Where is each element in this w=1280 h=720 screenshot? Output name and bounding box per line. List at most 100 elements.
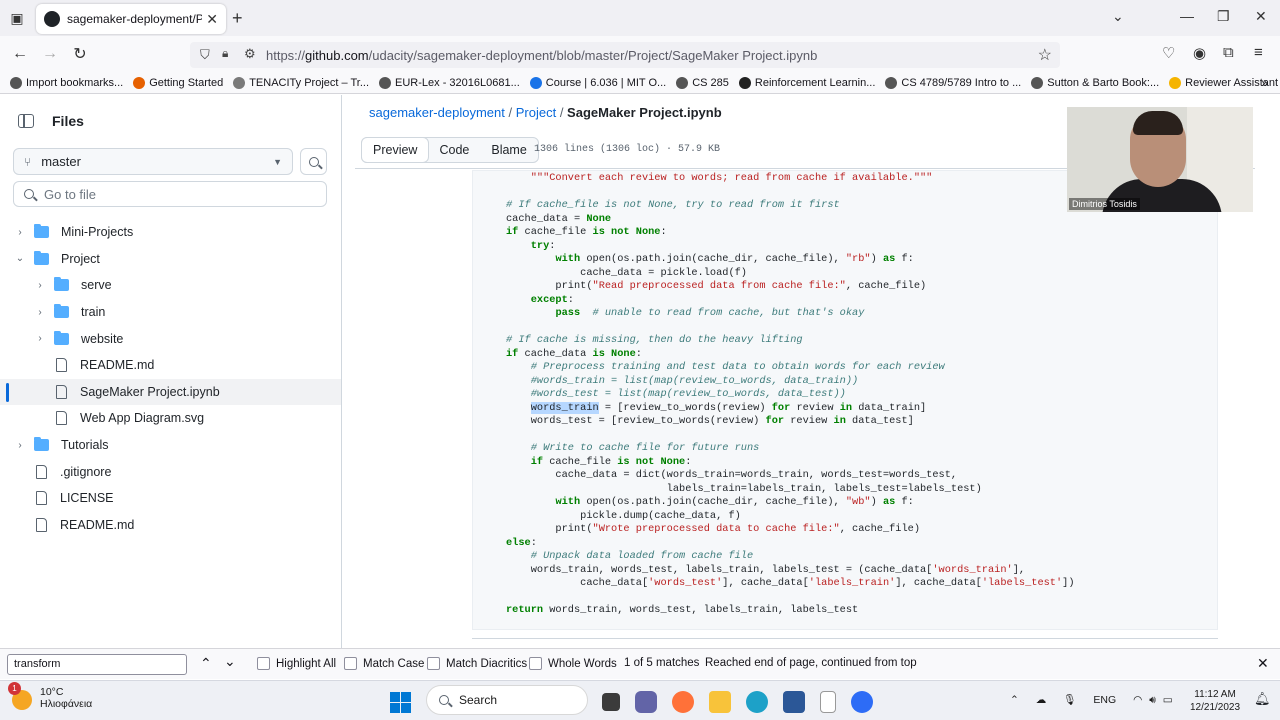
tab-bar: ▣ sagemaker-deployment/Project/SageMaker… <box>0 0 1280 36</box>
windows-start-icon[interactable] <box>390 691 411 713</box>
site-settings-icon[interactable]: ⚙ <box>244 46 256 62</box>
tree-folder[interactable]: › serve <box>0 272 341 299</box>
clock[interactable]: 11:12 AM 12/21/2023 <box>1190 688 1240 714</box>
forward-icon[interactable]: → <box>35 45 65 63</box>
new-tab-icon[interactable]: + <box>232 8 243 29</box>
tree-folder[interactable]: › train <box>0 299 341 326</box>
bookmark-item[interactable]: Course | 6.036 | MIT O... <box>529 76 666 89</box>
weather-widget[interactable]: 1 10°C Ηλιοφάνεια <box>8 682 92 710</box>
branch-selector[interactable]: ⑂ master ▼ <box>13 148 293 175</box>
sidebar-header: Files <box>18 113 84 129</box>
chevron-icon[interactable]: › <box>14 440 26 451</box>
bookmark-item[interactable]: Reinforcement Learnin... <box>738 76 876 89</box>
code-token: return <box>506 604 544 616</box>
code-block[interactable]: """Convert each review to words; read fr… <box>506 166 1075 618</box>
minimize-icon[interactable]: — <box>1180 8 1194 24</box>
bookmark-item[interactable]: Sutton & Barto Book:... <box>1031 76 1159 89</box>
close-window-icon[interactable]: ✕ <box>1255 8 1267 25</box>
go-to-file-input[interactable]: Go to file <box>13 181 327 207</box>
teams-icon[interactable] <box>635 691 657 713</box>
tree-item-label: SageMaker Project.ipynb <box>80 384 220 399</box>
tab-list-icon[interactable]: ▣ <box>0 0 34 36</box>
back-icon[interactable]: ← <box>5 45 35 63</box>
bookmark-favicon-icon <box>529 76 542 89</box>
bookmark-item[interactable]: CS 4789/5789 Intro to ... <box>885 76 1021 89</box>
tree-item-label: .gitignore <box>60 464 112 479</box>
menu-icon[interactable]: ≡ <box>1254 44 1263 61</box>
bookmark-item[interactable]: Import bookmarks... <box>10 76 124 89</box>
bookmark-item[interactable]: TENACITy Project – Tr... <box>233 76 369 89</box>
zoom-icon[interactable] <box>851 691 873 713</box>
match-diacritics-checkbox[interactable]: Match Diacritics <box>427 657 527 670</box>
tree-file[interactable]: README.md <box>0 352 341 379</box>
tab-preview[interactable]: Preview <box>361 137 430 163</box>
find-input[interactable]: transform <box>7 654 187 675</box>
chevron-icon[interactable]: › <box>14 227 26 238</box>
highlight-all-checkbox[interactable]: Highlight All <box>257 657 336 670</box>
breadcrumb-folder[interactable]: Project <box>516 105 556 120</box>
collapse-panel-icon[interactable] <box>18 114 34 128</box>
tab-code[interactable]: Code <box>428 138 480 162</box>
tree-file[interactable]: SageMaker Project.ipynb <box>0 378 341 406</box>
more-bookmarks-icon[interactable]: » <box>1261 76 1268 90</box>
find-previous-icon[interactable]: ⌃ <box>200 655 212 672</box>
bookmark-label: Import bookmarks... <box>26 76 124 89</box>
file-explorer-icon[interactable] <box>709 691 731 713</box>
url-bar[interactable]: ⛉ 🔒︎ ⚙ https://github.com/udacity/sagema… <box>190 42 1060 68</box>
extensions-icon[interactable]: ⧉ <box>1223 44 1234 61</box>
bookmark-item[interactable]: EUR-Lex - 32016L0681... <box>379 76 520 89</box>
store-icon[interactable] <box>783 691 805 713</box>
tree-folder[interactable]: › Tutorials <box>0 432 341 459</box>
microphone-icon[interactable]: 🎙︎ <box>1063 694 1076 706</box>
search-button[interactable] <box>300 148 327 175</box>
bookmark-star-icon[interactable]: ☆ <box>1038 45 1052 65</box>
chevron-icon[interactable]: › <box>34 280 46 291</box>
browser-tab[interactable]: sagemaker-deployment/Project/SageMaker P… <box>36 4 226 34</box>
find-next-icon[interactable]: ⌄ <box>224 653 236 670</box>
chevron-icon[interactable]: ⌄ <box>14 253 26 264</box>
taskbar-search[interactable]: Search <box>426 685 588 715</box>
tree-file[interactable]: Web App Diagram.svg <box>0 405 341 432</box>
battery-icon[interactable]: ▭ <box>1163 694 1173 706</box>
close-find-icon[interactable]: ✕ <box>1257 655 1269 672</box>
task-view-icon[interactable] <box>602 693 620 711</box>
firefox-icon[interactable] <box>672 691 694 713</box>
tab-blame[interactable]: Blame <box>480 138 537 162</box>
tray-chevron-icon[interactable]: ⌃ <box>1010 694 1019 706</box>
shield-icon[interactable]: ⛉ <box>200 47 210 63</box>
tree-file[interactable]: README.md <box>0 512 341 539</box>
tree-folder[interactable]: › website <box>0 325 341 352</box>
bookmark-favicon-icon <box>379 76 392 89</box>
pocket-icon[interactable]: ♡ <box>1162 44 1175 62</box>
wifi-icon[interactable]: ◠ <box>1133 694 1142 706</box>
chevron-icon[interactable]: › <box>34 307 46 318</box>
match-case-checkbox[interactable]: Match Case <box>344 657 424 670</box>
notifications-icon[interactable]: 🔔︎ <box>1254 691 1271 707</box>
tree-file[interactable]: LICENSE <box>0 485 341 512</box>
bookmark-item[interactable]: CS 285 <box>676 76 729 89</box>
account-icon[interactable]: ◉ <box>1193 44 1206 62</box>
volume-icon[interactable]: 🔊︎ <box>1149 694 1156 706</box>
tree-folder[interactable]: ⌄ Project <box>0 246 341 273</box>
network-off-icon[interactable]: ☁ <box>1036 694 1047 706</box>
lock-icon[interactable]: 🔒︎ <box>222 46 228 61</box>
reload-icon[interactable]: ↻ <box>65 44 95 64</box>
tree-file[interactable]: .gitignore <box>0 458 341 485</box>
chevron-down-icon[interactable]: ⌄ <box>1112 8 1124 25</box>
branch-icon: ⑂ <box>24 154 32 169</box>
tree-folder[interactable]: › Mini-Projects <box>0 219 341 246</box>
whole-words-checkbox[interactable]: Whole Words <box>529 657 617 670</box>
breadcrumb-repo[interactable]: sagemaker-deployment <box>369 105 505 120</box>
chevron-icon[interactable]: › <box>34 333 46 344</box>
code-token: "Wrote preprocessed data to cache file:" <box>592 523 840 535</box>
edge-icon[interactable] <box>746 691 768 713</box>
notepad-icon[interactable] <box>820 691 836 713</box>
bookmark-label: Reinforcement Learnin... <box>754 76 876 89</box>
restore-icon[interactable]: ❐ <box>1217 8 1230 25</box>
close-tab-icon[interactable]: ✕ <box>206 11 218 28</box>
language-indicator[interactable]: ENG <box>1093 694 1116 706</box>
folder-icon <box>34 437 49 452</box>
code-token: cache_file <box>543 455 618 468</box>
bookmark-item[interactable]: Getting Started <box>133 76 223 89</box>
